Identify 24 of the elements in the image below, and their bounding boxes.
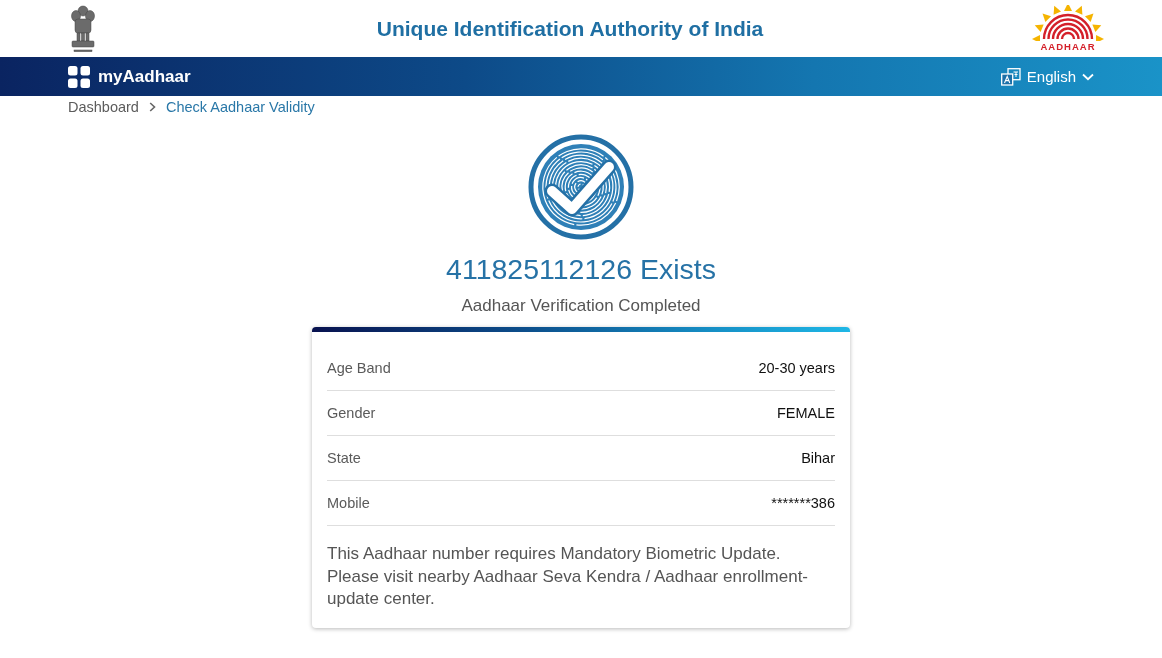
result-heading: 411825112126 Exists xyxy=(446,252,716,286)
translate-icon xyxy=(1000,67,1021,86)
sun-fingerprint-logo xyxy=(1032,5,1104,41)
chevron-right-icon xyxy=(148,102,156,112)
notice-text: This Aadhaar number requires Mandatory Biometric Update. Please visit nearby Aadhaar Seva Kendra / Aadhaar enrollment-update center. xyxy=(327,543,809,610)
result-subheading: Aadhaar Verification Completed xyxy=(461,295,701,317)
detail-value: Bihar xyxy=(801,450,835,466)
logo-text: AADHAAR xyxy=(1040,41,1096,52)
detail-value: 20-30 years xyxy=(758,360,835,376)
fingerprint-check-icon xyxy=(528,134,634,240)
breadcrumb-link[interactable]: Check Aadhaar Validity xyxy=(165,99,315,115)
detail-value: *******386 xyxy=(771,495,835,511)
site-title: Unique Identification Authority of India xyxy=(376,16,764,41)
breadcrumb-link[interactable]: Dashboard xyxy=(68,99,139,115)
detail-value: FEMALE xyxy=(777,405,835,421)
grid-icon xyxy=(68,65,90,88)
detail-label: Age Band xyxy=(327,360,391,376)
brand-link[interactable]: myAadhaar xyxy=(68,65,191,88)
detail-label: Mobile xyxy=(327,495,370,511)
language-button[interactable]: English xyxy=(1000,67,1094,86)
detail-label: State xyxy=(327,450,361,466)
detail-label: Gender xyxy=(327,405,376,421)
chevron-down-icon xyxy=(1082,72,1094,81)
emblem-logo xyxy=(68,3,98,54)
